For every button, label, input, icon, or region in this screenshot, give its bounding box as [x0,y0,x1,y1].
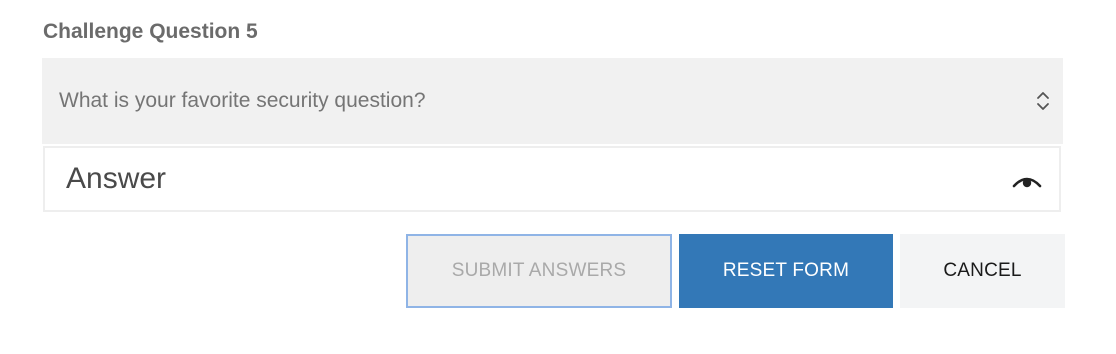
cancel-button[interactable]: CANCEL [900,234,1065,308]
answer-input[interactable] [66,148,966,210]
eye-icon[interactable] [1011,170,1043,190]
updown-chevron-icon [1037,92,1049,110]
submit-answers-button[interactable]: SUBMIT ANSWERS [406,234,672,308]
security-question-selected-value: What is your favorite security question? [59,89,426,112]
challenge-question-form: Challenge Question 5 What is your favori… [0,0,1116,354]
answer-field [43,146,1061,212]
reset-form-button[interactable]: RESET FORM [679,234,893,308]
security-question-select[interactable]: What is your favorite security question? [42,58,1063,144]
challenge-question-heading: Challenge Question 5 [43,20,258,43]
